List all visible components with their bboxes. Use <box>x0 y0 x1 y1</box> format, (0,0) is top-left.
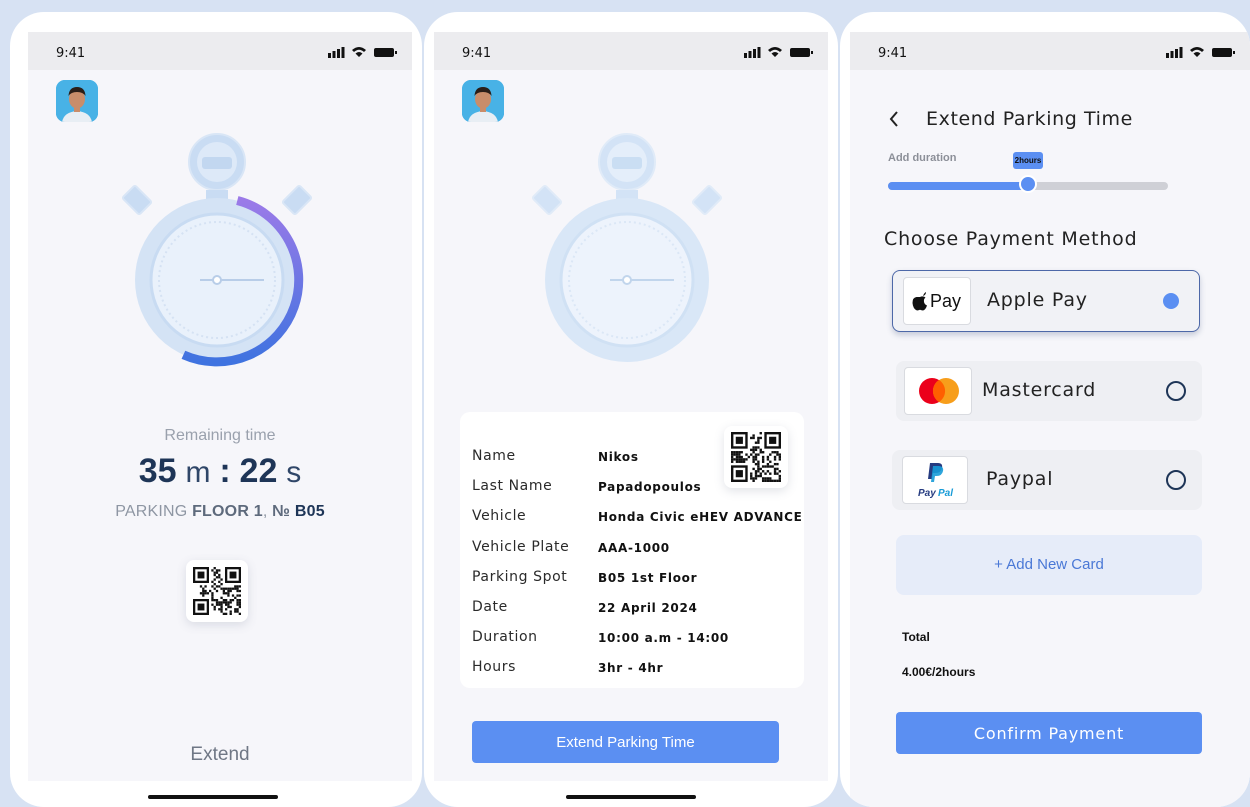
paypal-logo-text-pal: Pal <box>938 488 954 499</box>
apple-pay-logo-text: Pay <box>930 291 962 311</box>
radio-unselected-icon[interactable] <box>1166 470 1186 490</box>
mastercard-label: Mastercard <box>982 379 1097 401</box>
apple-pay-label: Apple Pay <box>987 289 1088 311</box>
detail-value: 10:00 a.m - 14:00 <box>598 631 729 646</box>
radio-unselected-icon[interactable] <box>1166 381 1186 401</box>
screen-parking-details: 9:41 Name Nikos Last Name Papadopoulos V… <box>434 32 828 781</box>
status-icons <box>744 47 813 58</box>
detail-value: 3hr - 4hr <box>598 661 664 676</box>
stopwatch-icon <box>531 133 723 362</box>
payment-option-apple-pay[interactable]: Pay Apple Pay <box>892 270 1200 332</box>
status-icons <box>1166 47 1235 58</box>
avatar-image <box>462 80 504 122</box>
page-title: Extend Parking Time <box>926 108 1133 130</box>
screen-extend-parking: 9:41 Extend Parking Time Add duration 2h… <box>850 32 1250 807</box>
avatar[interactable] <box>56 80 98 122</box>
detail-value: Honda Civic eHEV ADVANCE <box>598 510 803 525</box>
qr-code-icon <box>731 432 781 482</box>
time-separator: : <box>219 452 231 490</box>
remaining-time-value: 35 m : 22 s <box>28 452 412 491</box>
status-bar: 9:41 <box>28 32 412 70</box>
apple-icon <box>912 292 927 311</box>
detail-value: B05 1st Floor <box>598 570 698 585</box>
mastercard-icon <box>919 378 959 404</box>
detail-value: 22 April 2024 <box>598 601 698 615</box>
status-bar: 9:41 <box>434 32 828 70</box>
parking-details-card: Name Nikos Last Name Papadopoulos Vehicle Hon… <box>460 412 804 688</box>
screen-remaining-time: 9:41 Remaining time 35 m: 22 s PARKING … <box>28 32 412 781</box>
avatar-image <box>56 80 98 122</box>
status-icons <box>328 47 397 58</box>
apple-pay-logo: Pay <box>903 277 971 325</box>
detail-label: Vehicle Plate <box>472 538 570 555</box>
qr-code-card[interactable] <box>724 426 788 488</box>
minutes-value: 35 <box>138 452 177 490</box>
extend-button[interactable]: Extend <box>28 744 412 766</box>
stopwatch-progress <box>121 133 313 367</box>
detail-label: Last Name <box>472 478 553 495</box>
detail-label: Date <box>472 599 508 615</box>
status-time: 9:41 <box>56 46 86 61</box>
seconds-unit: s <box>286 456 302 489</box>
qr-code-icon <box>193 567 241 615</box>
back-chevron-icon[interactable] <box>888 110 900 128</box>
duration-slider-tooltip: 2hours <box>1013 152 1043 169</box>
status-time: 9:41 <box>878 46 908 61</box>
detail-label: Hours <box>472 659 517 676</box>
detail-value: Papadopoulos <box>598 480 702 495</box>
paypal-label: Paypal <box>986 468 1054 490</box>
paypal-logo: Pay Pal <box>902 456 968 504</box>
total-label: Total <box>902 630 930 644</box>
radio-selected-icon[interactable] <box>1163 293 1179 309</box>
mastercard-logo <box>904 367 972 415</box>
duration-slider-fill <box>888 182 1028 190</box>
floor-label: FLOOR 1 <box>192 503 263 520</box>
parking-prefix: PARKING <box>115 503 188 520</box>
spot-value: B05 <box>294 503 325 520</box>
add-new-card-button[interactable]: + Add New Card <box>896 535 1202 595</box>
parking-location: PARKING FLOOR 1, № B05 <box>28 503 412 521</box>
extend-parking-time-button[interactable]: Extend Parking Time <box>472 721 779 763</box>
payment-option-mastercard[interactable]: Mastercard <box>896 361 1202 421</box>
phone-remaining-time: 9:41 Remaining time 35 m: 22 s PARKING … <box>10 12 422 807</box>
add-duration-label: Add duration <box>888 152 957 164</box>
remaining-time-label: Remaining time <box>164 427 276 444</box>
detail-value: AAA-1000 <box>598 540 670 555</box>
spot-prefix: № <box>272 503 291 520</box>
status-time: 9:41 <box>462 46 492 61</box>
confirm-payment-button[interactable]: Confirm Payment <box>896 712 1202 754</box>
detail-label: Parking Spot <box>472 568 568 585</box>
duration-slider-thumb[interactable] <box>1019 175 1037 193</box>
phone-parking-details: 9:41 Name Nikos Last Name Papadopoulos V… <box>424 12 838 807</box>
avatar[interactable] <box>462 80 504 122</box>
detail-label: Name <box>472 448 516 464</box>
qr-code-card[interactable] <box>186 560 248 622</box>
seconds-value: 22 <box>239 452 278 490</box>
paypal-icon <box>928 463 944 482</box>
home-indicator <box>566 795 696 799</box>
detail-label: Duration <box>472 629 538 646</box>
paypal-logo-text-pay: Pay <box>918 488 936 499</box>
comma: , <box>262 503 268 520</box>
phone-extend-parking: 9:41 Extend Parking Time Add duration 2h… <box>840 12 1250 807</box>
detail-value: Nikos <box>598 450 639 464</box>
home-indicator <box>148 795 278 799</box>
payment-method-title: Choose Payment Method <box>884 228 1138 250</box>
status-bar: 9:41 <box>850 32 1250 70</box>
total-value: 4.00€/2hours <box>902 665 976 679</box>
payment-option-paypal[interactable]: Pay Pal Paypal <box>892 450 1202 510</box>
detail-label: Vehicle <box>472 508 527 525</box>
minutes-unit: m <box>185 456 211 489</box>
